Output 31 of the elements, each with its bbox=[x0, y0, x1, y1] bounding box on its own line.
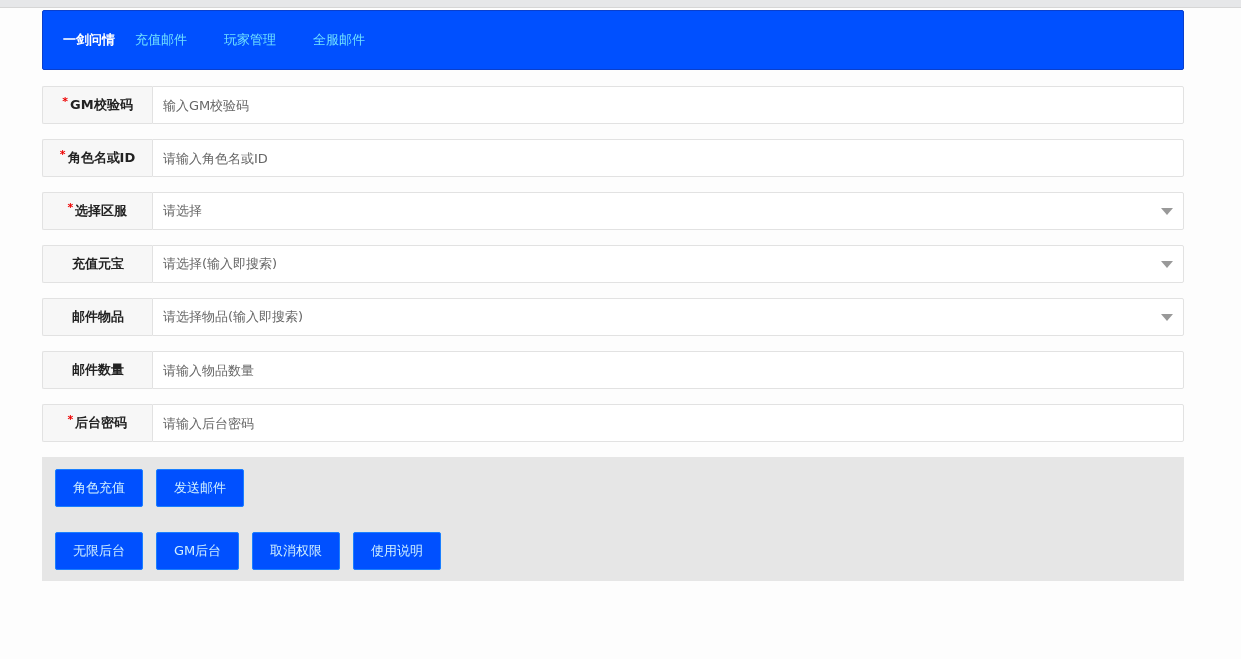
input-field[interactable]: 输入GM校验码 bbox=[152, 86, 1184, 124]
input-field[interactable]: 请输入后台密码 bbox=[152, 404, 1184, 442]
input-field[interactable]: 请输入物品数量 bbox=[152, 351, 1184, 389]
action-button[interactable]: GM后台 bbox=[156, 532, 240, 570]
action-button[interactable]: 发送邮件 bbox=[156, 469, 244, 507]
action-button[interactable]: 使用说明 bbox=[353, 532, 442, 570]
select-field[interactable]: 请选择(输入即搜索) bbox=[152, 245, 1184, 283]
caret-icon bbox=[1161, 207, 1173, 215]
input-field[interactable]: 请输入角色名或ID bbox=[152, 139, 1184, 177]
action-button[interactable]: 取消权限 bbox=[252, 532, 341, 570]
caret-icon bbox=[1161, 260, 1173, 268]
nav-link[interactable]: 全服邮件 bbox=[313, 31, 365, 49]
label-text: 后台密码 bbox=[75, 414, 128, 432]
label-text: 选择区服 bbox=[75, 202, 128, 220]
label-text: 邮件数量 bbox=[71, 361, 124, 379]
select-field[interactable]: 请选择 bbox=[152, 192, 1184, 230]
label-text: 角色名或ID bbox=[67, 149, 136, 167]
required-mark: * bbox=[67, 201, 74, 214]
label-text: 充值元宝 bbox=[71, 255, 124, 273]
label-text: 邮件物品 bbox=[71, 308, 124, 326]
select-field[interactable]: 请选择物品(输入即搜索) bbox=[152, 298, 1184, 336]
action-button[interactable]: 无限后台 bbox=[55, 532, 143, 570]
nav-link[interactable]: 玩家管理 bbox=[224, 31, 276, 49]
brand-title: 一剑问情 bbox=[63, 31, 115, 49]
required-mark: * bbox=[62, 95, 69, 108]
required-mark: * bbox=[67, 413, 74, 426]
required-mark: * bbox=[59, 148, 66, 161]
caret-icon bbox=[1161, 313, 1173, 321]
action-button[interactable]: 角色充值 bbox=[55, 469, 143, 507]
label-text: GM校验码 bbox=[70, 96, 133, 114]
nav-link[interactable]: 充值邮件 bbox=[135, 31, 187, 49]
